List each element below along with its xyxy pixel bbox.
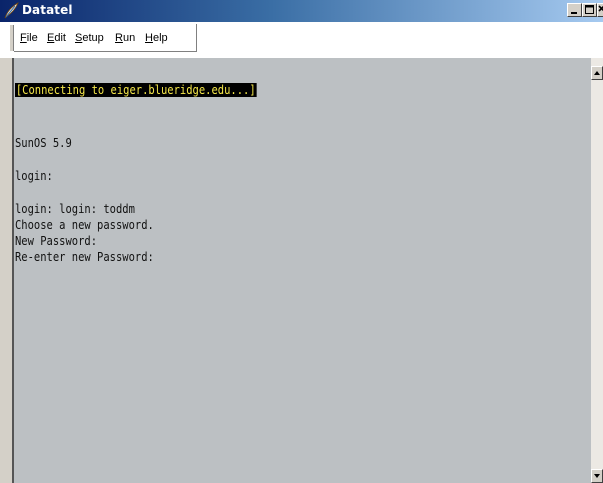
close-icon [598, 5, 603, 12]
menu-help[interactable]: Help [145, 32, 168, 44]
menu-setup-label: etup [82, 32, 104, 44]
menu-bar: File Edit Setup Run Help [0, 22, 603, 58]
menu-file[interactable]: File [20, 32, 38, 44]
datatel-window: Datatel File Edit Setup Run Help [Connec… [0, 0, 603, 483]
terminal-line: New Password: [15, 234, 98, 248]
terminal-screen[interactable]: [Connecting to eiger.blueridge.edu...] S… [12, 58, 591, 483]
scroll-down-button[interactable] [591, 469, 603, 483]
scroll-up-button[interactable] [591, 66, 603, 80]
maximize-button[interactable] [582, 3, 597, 17]
terminal-line: Re-enter new Password: [15, 250, 154, 264]
maximize-icon [585, 5, 594, 14]
minimize-button[interactable] [567, 3, 582, 17]
connecting-status: [Connecting to eiger.blueridge.edu...] [15, 83, 257, 97]
menu-run-mnemonic: R [115, 32, 123, 44]
terminal-line: Choose a new password. [15, 218, 154, 232]
vertical-scrollbar[interactable] [591, 58, 603, 483]
close-button[interactable] [597, 3, 603, 17]
title-bar[interactable]: Datatel [0, 0, 603, 22]
terminal-line: SunOS 5.9 [15, 136, 72, 150]
datatel-feather-icon[interactable] [3, 2, 19, 19]
terminal-line: login: [15, 169, 53, 183]
menu-run-label: un [122, 32, 136, 44]
scroll-up-arrow-icon [594, 71, 600, 75]
terminal-connecting-line: [Connecting to eiger.blueridge.edu...] [15, 83, 257, 97]
menu-edit[interactable]: Edit [47, 32, 66, 44]
menu-file-mnemonic: F [20, 32, 27, 44]
window-title: Datatel [22, 3, 73, 17]
menu-panel: File Edit Setup Run Help [14, 24, 197, 52]
menu-help-label: elp [152, 32, 168, 44]
scroll-down-arrow-icon [594, 474, 600, 478]
menu-edit-label: dit [54, 32, 66, 44]
minimize-icon [571, 12, 577, 14]
menu-file-label: ile [26, 32, 38, 44]
menu-setup[interactable]: Setup [75, 32, 104, 44]
menu-run[interactable]: Run [115, 32, 135, 44]
terminal-line: login: login: toddm [15, 202, 135, 216]
menu-help-mnemonic: H [145, 32, 153, 44]
